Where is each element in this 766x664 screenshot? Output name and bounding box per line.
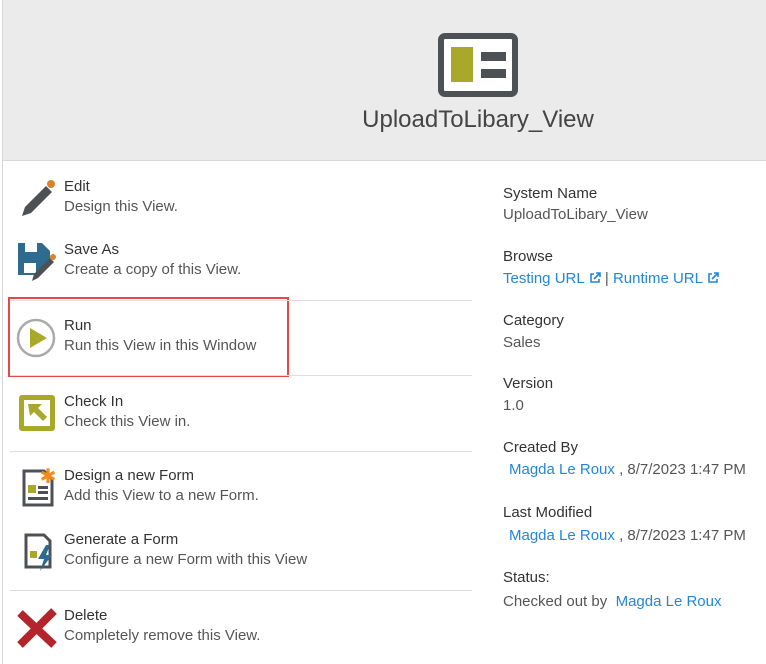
generate-form-icon xyxy=(24,533,52,571)
version-value: 1.0 xyxy=(503,397,524,414)
view-header xyxy=(3,0,766,161)
left-border xyxy=(2,0,3,664)
delete-icon xyxy=(17,608,57,648)
svg-text:✱: ✱ xyxy=(40,467,57,488)
external-link-icon xyxy=(589,272,601,283)
last-modified-row: Magda Le Roux , 8/7/2023 1:47 PM xyxy=(509,527,746,544)
version-label: Version xyxy=(503,375,554,392)
save-as-action[interactable]: Save As Create a copy of this View. xyxy=(16,241,456,285)
design-new-form-action[interactable]: ✱ Design a new Form Add this View to a n… xyxy=(16,467,456,511)
divider xyxy=(10,375,472,376)
new-form-icon: ✱ xyxy=(22,467,57,507)
check-in-icon xyxy=(19,395,55,431)
status-user-link[interactable]: Magda Le Roux xyxy=(616,593,722,610)
pencil-icon xyxy=(22,180,55,216)
action-desc: Create a copy of this View. xyxy=(64,261,242,278)
action-desc: Run this View in this Window xyxy=(64,337,257,354)
testing-url-link[interactable]: Testing URL xyxy=(503,270,601,287)
category-value: Sales xyxy=(503,334,541,351)
divider xyxy=(10,451,472,452)
created-by-user-link[interactable]: Magda Le Roux xyxy=(509,461,615,478)
action-title: Check In xyxy=(64,393,124,410)
action-title: Save As xyxy=(64,241,120,258)
action-desc: Design this View. xyxy=(64,198,178,215)
action-desc: Configure a new Form with this View xyxy=(64,551,308,568)
action-desc: Check this View in. xyxy=(64,413,191,430)
divider xyxy=(10,300,472,301)
system-name-label: System Name xyxy=(503,185,598,202)
action-desc: Add this View to a new Form. xyxy=(64,487,259,504)
action-title: Design a new Form xyxy=(64,467,195,484)
action-desc: Completely remove this View. xyxy=(64,627,261,644)
browse-links: Testing URL | Runtime URL xyxy=(503,270,719,287)
runtime-url-link[interactable]: Runtime URL xyxy=(613,270,719,287)
external-link-icon xyxy=(708,272,719,283)
status-text: Checked out by xyxy=(503,593,608,610)
run-action[interactable]: Run Run this View in this Window xyxy=(16,317,456,361)
view-icon xyxy=(438,33,518,97)
action-title: Generate a Form xyxy=(64,531,179,548)
check-in-action[interactable]: Check In Check this View in. xyxy=(16,393,456,437)
divider xyxy=(10,590,472,591)
category-label: Category xyxy=(503,312,564,329)
generate-form-action[interactable]: Generate a Form Configure a new Form wit… xyxy=(16,531,456,575)
runtime-url-text: Runtime URL xyxy=(612,270,703,287)
created-date: , 8/7/2023 1:47 PM xyxy=(619,461,746,478)
action-title: Delete xyxy=(64,607,108,624)
created-by-label: Created By xyxy=(503,439,579,456)
page-title: UploadToLibary_View xyxy=(362,106,594,133)
modified-by-user-link[interactable]: Magda Le Roux xyxy=(509,527,615,544)
system-name-value: UploadToLibary_View xyxy=(503,206,648,223)
modified-date: , 8/7/2023 1:47 PM xyxy=(619,527,746,544)
status-row: Checked out by Magda Le Roux xyxy=(503,593,721,610)
status-label: Status: xyxy=(503,569,550,586)
browse-label: Browse xyxy=(503,248,554,265)
testing-url-text: Testing URL xyxy=(503,270,585,287)
created-by-row: Magda Le Roux , 8/7/2023 1:47 PM xyxy=(509,461,746,478)
action-title: Edit xyxy=(64,178,90,195)
last-modified-label: Last Modified xyxy=(503,504,593,521)
save-as-icon xyxy=(18,243,56,281)
action-title: Run xyxy=(64,317,92,334)
edit-action[interactable]: Edit Design this View. xyxy=(16,178,456,222)
delete-action[interactable]: Delete Completely remove this View. xyxy=(16,607,456,651)
link-separator: | xyxy=(604,270,609,287)
play-icon xyxy=(16,318,56,358)
